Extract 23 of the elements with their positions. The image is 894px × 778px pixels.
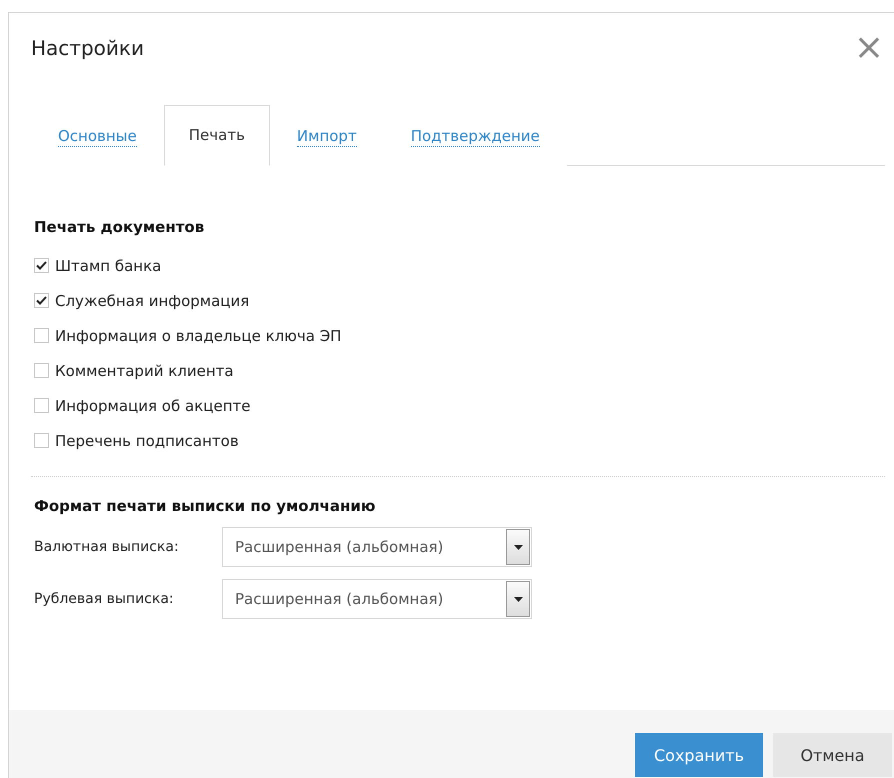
- section-title: Формат печати выписки по умолчанию: [34, 497, 376, 515]
- save-button[interactable]: Сохранить: [635, 733, 763, 777]
- checkbox[interactable]: [34, 293, 49, 308]
- section-title: Печать документов: [34, 218, 206, 236]
- checkbox-label: Информация об акцепте: [55, 396, 250, 414]
- checkbox-label: Информация о владельце ключа ЭП: [55, 326, 342, 344]
- checkbox[interactable]: [34, 398, 49, 413]
- checkbox-label: Комментарий клиента: [55, 362, 234, 380]
- field-label: Рублевая выписка:: [34, 591, 175, 607]
- checkbox[interactable]: [34, 433, 49, 448]
- cancel-button[interactable]: Отмена: [773, 733, 892, 777]
- dropdown-field[interactable]: Расширенная (альбомная): [222, 579, 532, 619]
- checkbox-label: Служебная информация: [55, 292, 250, 310]
- tab[interactable]: Печать: [164, 105, 270, 166]
- checkbox[interactable]: [34, 328, 49, 343]
- dialog-title: Настройки: [31, 36, 144, 60]
- close-button[interactable]: ×: [854, 30, 884, 66]
- field-label: Валютная выписка:: [34, 539, 180, 555]
- checkbox[interactable]: [34, 363, 49, 378]
- checkbox[interactable]: [34, 258, 49, 273]
- checkbox-label: Перечень подписантов: [55, 432, 239, 450]
- checkbox-label: Штамп банка: [55, 256, 162, 274]
- dropdown-field[interactable]: Расширенная (альбомная): [222, 527, 532, 567]
